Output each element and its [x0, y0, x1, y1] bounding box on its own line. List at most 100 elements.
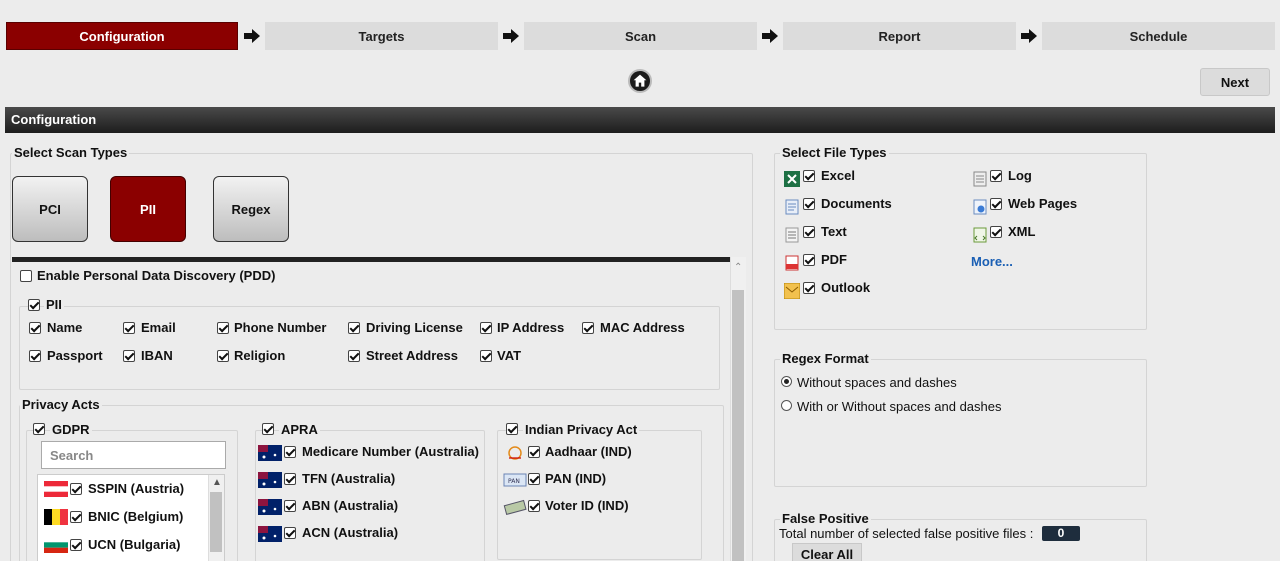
regex-option-without-radio[interactable] [781, 376, 792, 387]
gdpr-scrollbar-thumb[interactable] [210, 492, 222, 552]
scrollbar-thumb[interactable] [732, 290, 744, 561]
ucn-label: UCN (Bulgaria) [88, 537, 181, 552]
pii-passport-checkbox[interactable] [29, 350, 41, 362]
austria-flag-icon [44, 481, 68, 497]
web-pages-checkbox[interactable] [990, 198, 1002, 210]
next-button[interactable]: Next [1200, 68, 1270, 96]
pii-driving-license-checkbox[interactable] [348, 322, 360, 334]
australia-flag-icon [258, 526, 282, 542]
step-scan[interactable]: Scan [524, 22, 757, 50]
pan-label: PAN (IND) [545, 471, 607, 486]
outlook-checkbox[interactable] [803, 282, 815, 294]
sspin-checkbox[interactable] [70, 483, 82, 495]
abn-checkbox[interactable] [284, 500, 296, 512]
log-label: Log [1008, 168, 1032, 183]
pii-driving-license-label: Driving License [366, 320, 463, 335]
scroll-up-icon[interactable]: ▲ [212, 477, 222, 488]
outlook-icon [784, 283, 800, 299]
voter-id-icon [503, 499, 527, 515]
regex-option-without-label: Without spaces and dashes [797, 375, 957, 390]
pii-ip-label: IP Address [497, 320, 565, 335]
pii-checkbox[interactable] [28, 299, 40, 311]
bnic-checkbox[interactable] [70, 511, 82, 523]
pdd-label: Enable Personal Data Discovery (PDD) [37, 268, 276, 283]
australia-flag-icon [258, 445, 282, 461]
pii-legend: PII [44, 297, 64, 312]
voter-id-checkbox[interactable] [528, 500, 540, 512]
pdf-checkbox[interactable] [803, 254, 815, 266]
pii-iban-label: IBAN [141, 348, 173, 363]
false-positive-total-label: Total number of selected false positive … [779, 526, 1034, 541]
step-report[interactable]: Report [783, 22, 1016, 50]
acn-checkbox[interactable] [284, 527, 296, 539]
outlook-label: Outlook [821, 280, 871, 295]
ucn-checkbox[interactable] [70, 539, 82, 551]
pii-phone-checkbox[interactable] [217, 322, 229, 334]
aadhaar-checkbox[interactable] [528, 446, 540, 458]
indian-privacy-label: Indian Privacy Act [523, 422, 640, 437]
arrow-right-icon [503, 29, 519, 43]
documents-checkbox[interactable] [803, 198, 815, 210]
pii-vat-checkbox[interactable] [480, 350, 492, 362]
arrow-right-icon [1021, 29, 1037, 43]
pii-religion-checkbox[interactable] [217, 350, 229, 362]
clear-all-button[interactable]: Clear All [792, 543, 862, 561]
text-file-icon [785, 227, 799, 243]
scroll-up-icon[interactable]: ⌃ [734, 262, 742, 273]
pii-vat-label: VAT [497, 348, 522, 363]
home-button[interactable] [628, 69, 652, 93]
pdd-checkbox[interactable] [20, 270, 32, 282]
pci-button[interactable]: PCI [12, 176, 88, 242]
indian-privacy-checkbox[interactable] [506, 423, 518, 435]
step-schedule[interactable]: Schedule [1042, 22, 1275, 50]
scan-types-legend: Select Scan Types [12, 145, 130, 160]
apra-label: APRA [279, 422, 320, 437]
more-file-types-link[interactable]: More... [971, 254, 1013, 269]
gdpr-search-input[interactable]: Search [41, 441, 226, 469]
pii-name-checkbox[interactable] [29, 322, 41, 334]
home-icon [633, 74, 647, 87]
text-label: Text [821, 224, 847, 239]
section-header: Configuration [5, 107, 1275, 133]
excel-checkbox[interactable] [803, 170, 815, 182]
bnic-label: BNIC (Belgium) [88, 509, 184, 524]
belgium-flag-icon [44, 509, 68, 525]
pii-ip-checkbox[interactable] [480, 322, 492, 334]
pii-button[interactable]: PII [110, 176, 186, 242]
false-positive-legend: False Positive [780, 511, 871, 526]
step-targets[interactable]: Targets [265, 22, 498, 50]
pii-mac-checkbox[interactable] [582, 322, 594, 334]
gdpr-checkbox[interactable] [33, 423, 45, 435]
text-checkbox[interactable] [803, 226, 815, 238]
pii-email-checkbox[interactable] [123, 322, 135, 334]
medicare-checkbox[interactable] [284, 446, 296, 458]
xml-checkbox[interactable] [990, 226, 1002, 238]
aadhaar-icon [508, 446, 522, 460]
log-checkbox[interactable] [990, 170, 1002, 182]
bulgaria-flag-icon [44, 537, 68, 553]
tfn-checkbox[interactable] [284, 473, 296, 485]
pii-iban-checkbox[interactable] [123, 350, 135, 362]
pii-name-label: Name [47, 320, 83, 335]
file-types-legend: Select File Types [780, 145, 889, 160]
excel-label: Excel [821, 168, 855, 183]
log-file-icon [973, 171, 987, 187]
medicare-label: Medicare Number (Australia) [302, 444, 479, 459]
pii-religion-label: Religion [234, 348, 286, 363]
apra-checkbox[interactable] [262, 423, 274, 435]
pan-checkbox[interactable] [528, 473, 540, 485]
excel-icon [784, 171, 800, 187]
web-page-icon [973, 199, 987, 215]
regex-button[interactable]: Regex [213, 176, 289, 242]
pii-mac-label: MAC Address [600, 320, 685, 335]
australia-flag-icon [258, 472, 282, 488]
documents-label: Documents [821, 196, 892, 211]
pdf-icon [785, 255, 799, 271]
svg-text:PAN: PAN [508, 478, 520, 485]
pii-street-checkbox[interactable] [348, 350, 360, 362]
step-configuration[interactable]: Configuration [6, 22, 238, 50]
tfn-label: TFN (Australia) [302, 471, 396, 486]
document-icon [785, 199, 799, 215]
regex-option-with-radio[interactable] [781, 400, 792, 411]
pii-street-label: Street Address [366, 348, 458, 363]
